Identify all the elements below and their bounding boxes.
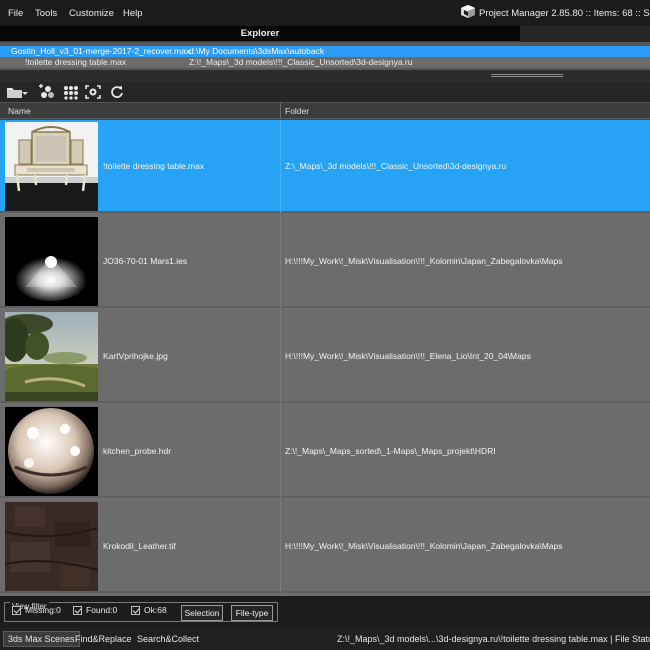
- tab-find-replace[interactable]: Find&Replace: [75, 631, 132, 647]
- dressing-table-thumbnail: [5, 122, 98, 211]
- table-row[interactable]: JO36-70-01 Mars1.ies H:\!!!My_Work\!_Mis…: [0, 215, 650, 308]
- row-folder-path: H:\!!!My_Work\!_Misk\Visualisation\!!!_K…: [285, 256, 563, 266]
- recent-file-name: !toilette dressing table.max: [25, 57, 127, 67]
- ies-light-thumbnail: [5, 217, 98, 306]
- checkbox-check-icon[interactable]: [131, 605, 140, 615]
- table-row[interactable]: Krokodil_Leather.tif H:\!!!My_Work\!_Mis…: [0, 500, 650, 593]
- table-header: Name Folder: [0, 103, 650, 119]
- file-table: Name Folder !toilette dressing table.max…: [0, 102, 650, 596]
- column-divider: [280, 405, 281, 498]
- row-file-name: !toilette dressing table.max: [103, 161, 205, 171]
- column-header-name[interactable]: Name: [8, 106, 31, 116]
- dropdown-arrow-icon[interactable]: [21, 84, 29, 100]
- panel-tabs: Explorer: [0, 26, 650, 42]
- filetype-button[interactable]: File-type: [231, 605, 273, 621]
- grid-view-icon[interactable]: [61, 84, 79, 100]
- table-row[interactable]: KartVprihojke.jpg H:\!!!My_Work\!_Misk\V…: [0, 310, 650, 403]
- ok-checkbox[interactable]: Ok:68: [131, 605, 167, 615]
- selection-button[interactable]: Selection: [181, 605, 223, 621]
- menu-bar: File Tools Customize Help Project Manage…: [0, 0, 650, 26]
- column-divider: [280, 120, 281, 213]
- row-file-name: Krokodil_Leather.tif: [103, 541, 176, 551]
- hdr-sphere-thumbnail: [5, 407, 98, 496]
- splitter-grip[interactable]: [491, 74, 563, 77]
- ok-label: Ok:68: [144, 605, 167, 615]
- row-folder-path: Z:\_Maps\_3d models\!!!_Classic_Unsorted…: [285, 161, 507, 171]
- row-folder-path: H:\!!!My_Work\!_Misk\Visualisation\!!!_K…: [285, 541, 563, 551]
- row-file-name: KartVprihojke.jpg: [103, 351, 168, 361]
- app-status: Project Manager 2.85.80 :: Items: 68 :: …: [479, 8, 650, 19]
- tab-explorer[interactable]: Explorer: [0, 26, 520, 42]
- table-body: !toilette dressing table.max Z:\_Maps\_3…: [0, 120, 650, 596]
- recent-file-item[interactable]: Gostin_Holl_v3_01-merge-2017-2_recover.m…: [0, 46, 650, 57]
- tab-empty: [520, 26, 650, 42]
- landscape-painting-thumbnail: [5, 312, 98, 401]
- found-label: Found:0: [86, 605, 118, 615]
- recent-files-list: Gostin_Holl_v3_01-merge-2017-2_recover.m…: [0, 42, 650, 70]
- menu-file[interactable]: File: [8, 8, 23, 19]
- row-file-name: kitchen_probe.hdr: [103, 446, 172, 456]
- menu-tools[interactable]: Tools: [35, 8, 57, 19]
- checkbox-check-icon[interactable]: [12, 605, 21, 615]
- bottom-bar: 3ds Max Scenes Find&Replace Search&Colle…: [0, 628, 650, 650]
- refresh-icon[interactable]: [108, 84, 126, 100]
- missing-checkbox[interactable]: Missing:0: [12, 605, 61, 615]
- tab-3dsmax-scenes[interactable]: 3ds Max Scenes: [3, 631, 80, 647]
- row-file-name: JO36-70-01 Mars1.ies: [103, 256, 188, 266]
- toolbar: [0, 82, 650, 102]
- column-divider: [280, 500, 281, 593]
- leather-texture-thumbnail: [5, 502, 98, 591]
- table-row[interactable]: !toilette dressing table.max Z:\_Maps\_3…: [0, 120, 650, 213]
- recent-file-name: Gostin_Holl_v3_01-merge-2017-2_recover.m…: [11, 46, 191, 56]
- column-divider: [280, 310, 281, 403]
- target-scan-icon[interactable]: [84, 84, 102, 100]
- column-header-folder[interactable]: Folder: [285, 106, 309, 116]
- table-row[interactable]: kitchen_probe.hdr Z:\!_Maps\_Maps_sorted…: [0, 405, 650, 498]
- tab-search-collect[interactable]: Search&Collect: [137, 631, 199, 647]
- menu-customize[interactable]: Customize: [69, 8, 114, 19]
- checkbox-check-icon[interactable]: [73, 605, 82, 615]
- row-folder-path: Z:\!_Maps\_Maps_sorted\_1-Maps\_Maps_pro…: [285, 446, 496, 456]
- recent-file-item[interactable]: !toilette dressing table.max Z:\!_Maps\_…: [0, 57, 650, 68]
- 3dsmax-logo-icon: [461, 5, 475, 18]
- missing-label: Missing:0: [25, 605, 61, 615]
- column-divider: [280, 215, 281, 308]
- column-divider[interactable]: [280, 103, 281, 119]
- found-checkbox[interactable]: Found:0: [73, 605, 117, 615]
- row-folder-path: H:\!!!My_Work\!_Misk\Visualisation\!!!_E…: [285, 351, 531, 361]
- file-status-path: Z:\!_Maps\_3d models\...\3d-designya.ru\…: [337, 634, 650, 644]
- menu-help[interactable]: Help: [123, 8, 143, 19]
- recent-file-path: Z:\!_Maps\_3d models\!!!_Classic_Unsorte…: [189, 57, 413, 67]
- panel-splitter[interactable]: [0, 70, 650, 82]
- view-filter-bar: View filter Missing:0 Found:0 Ok:68 Sele…: [0, 596, 650, 628]
- recent-file-path: d:\My Documents\3dsMax\autoback: [189, 46, 325, 56]
- add-items-icon[interactable]: [38, 84, 56, 100]
